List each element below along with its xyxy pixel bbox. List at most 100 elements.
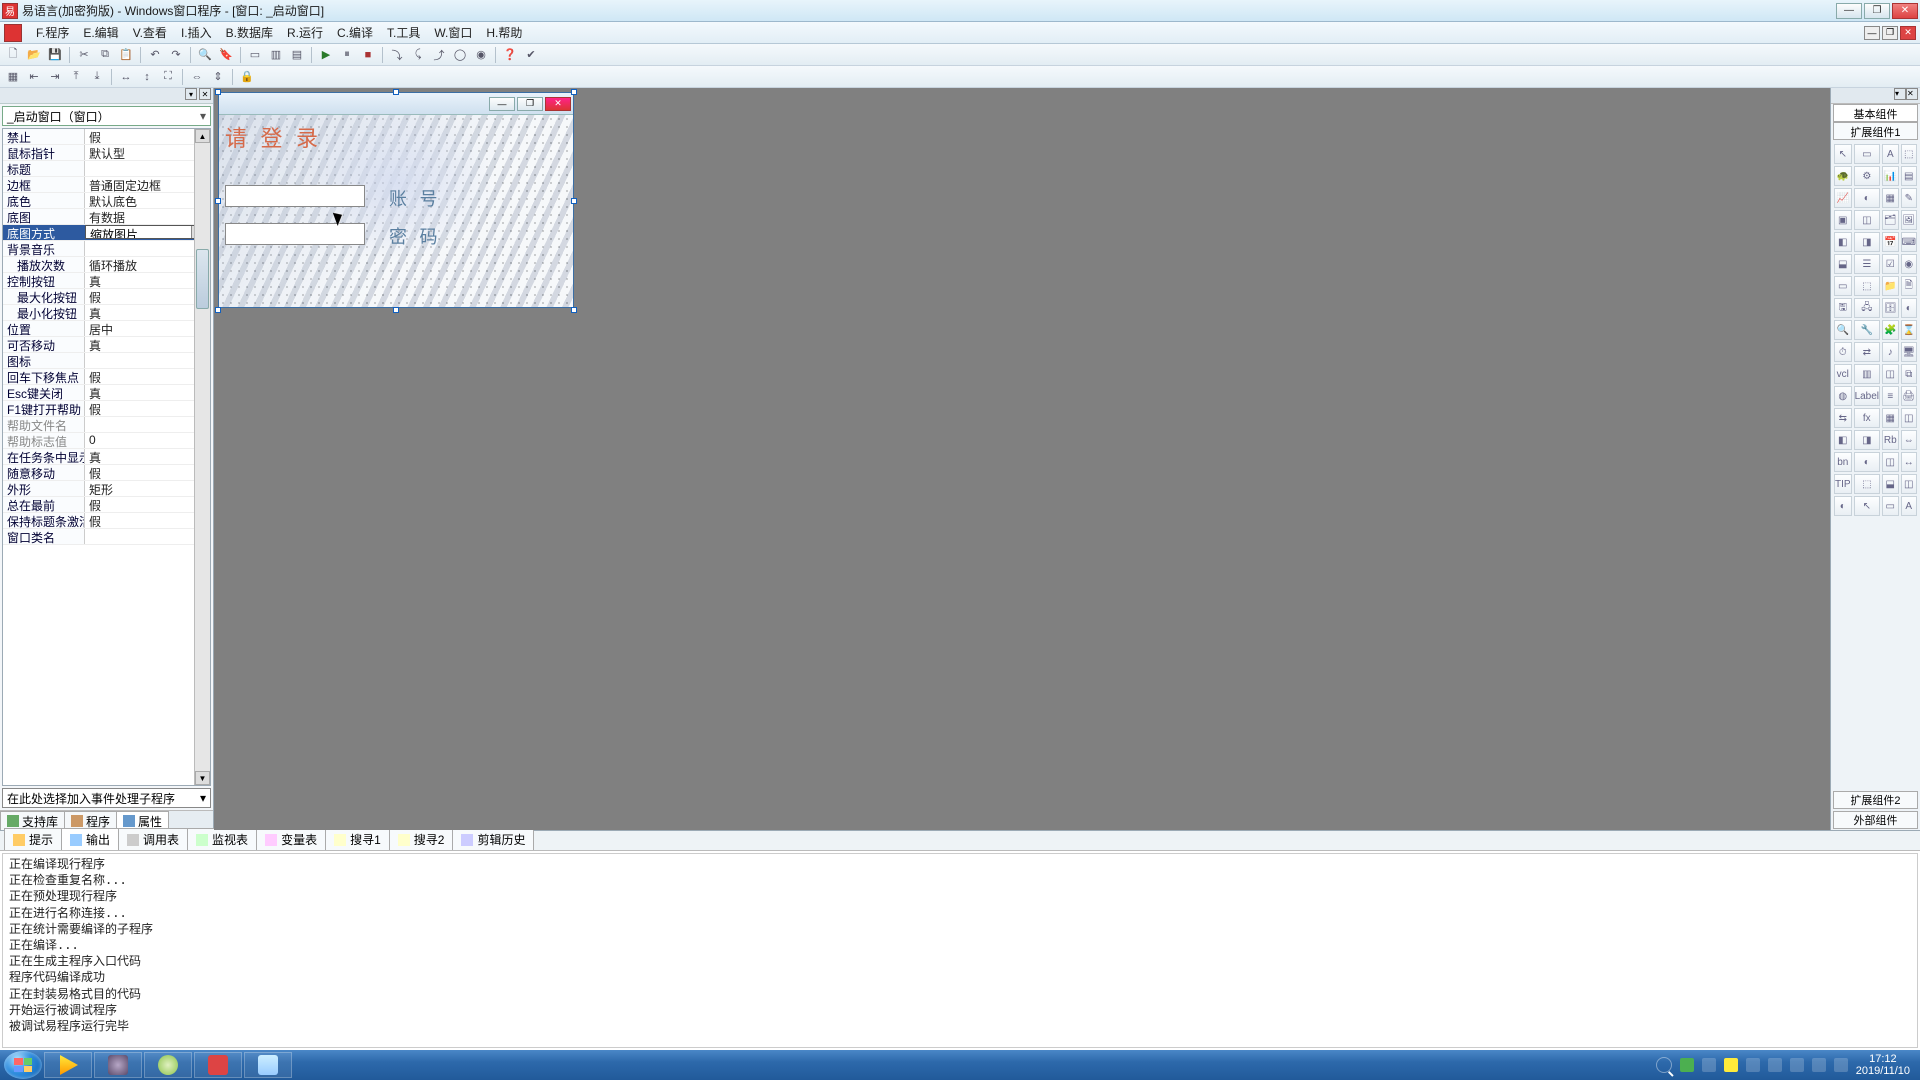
prop-value[interactable]: 假 — [85, 401, 210, 416]
palette-component-icon[interactable]: ▤ — [1901, 166, 1917, 186]
resize-handle[interactable] — [571, 89, 577, 95]
tb-breakpoint-icon[interactable]: ◯ — [451, 46, 469, 64]
prop-value[interactable]: 缩放图片 — [85, 225, 210, 239]
prop-row[interactable]: 边框普通固定边框 — [3, 177, 210, 193]
palette-close-icon[interactable]: ✕ — [1906, 88, 1918, 100]
mdi-restore-button[interactable]: ❐ — [1882, 26, 1898, 40]
palette-component-icon[interactable]: vcl — [1834, 364, 1852, 384]
palette-component-icon[interactable]: ◫ — [1882, 452, 1898, 472]
menu-help[interactable]: H.帮助 — [480, 22, 528, 43]
design-surface[interactable]: — ❐ ✕ 请 登 录 账 号 密 码 — [214, 88, 1830, 830]
palette-component-icon[interactable]: ◧ — [1834, 232, 1852, 252]
palette-component-icon[interactable]: ☰ — [1854, 254, 1880, 274]
tb-open-icon[interactable]: 📂 — [25, 46, 43, 64]
prop-row[interactable]: 帮助标志值0 — [3, 433, 210, 449]
palette-component-icon[interactable]: ⌨ — [1901, 232, 1917, 252]
palette-component-icon[interactable]: ⬓ — [1834, 254, 1852, 274]
menu-compile[interactable]: C.编译 — [331, 22, 379, 43]
tb-align-top-icon[interactable]: ⤒ — [67, 68, 85, 86]
menu-run[interactable]: R.运行 — [281, 22, 329, 43]
tray-clock[interactable]: 17:12 2019/11/10 — [1856, 1053, 1910, 1077]
palette-component-icon[interactable]: ◐ — [1854, 452, 1880, 472]
resize-handle[interactable] — [215, 307, 221, 313]
prop-row[interactable]: 可否移动真 — [3, 337, 210, 353]
palette-component-icon[interactable]: ▭ — [1882, 496, 1898, 516]
panel-close-icon[interactable]: ✕ — [199, 88, 211, 100]
prop-row[interactable]: 禁止假 — [3, 129, 210, 145]
tray-network-icon[interactable] — [1812, 1058, 1826, 1072]
input-account[interactable] — [225, 185, 365, 207]
prop-row[interactable]: 窗口类名 — [3, 529, 210, 545]
tb-find-icon[interactable]: 🔍 — [196, 46, 214, 64]
palette-component-icon[interactable]: 🖥 — [1901, 342, 1917, 362]
prop-row[interactable]: 位置居中 — [3, 321, 210, 337]
tb-stepover-icon[interactable]: ⤵ — [388, 46, 406, 64]
palette-component-icon[interactable]: ⬓ — [1882, 474, 1898, 494]
form-client-area[interactable]: 请 登 录 账 号 密 码 — [219, 115, 573, 307]
tb-stepout-icon[interactable]: ⤴ — [430, 46, 448, 64]
palette-component-icon[interactable]: 🗂 — [1882, 210, 1898, 230]
tb-same-height-icon[interactable]: ↕ — [138, 68, 156, 86]
tab-search1[interactable]: 搜寻1 — [325, 828, 390, 850]
tray-chevron-up-icon[interactable] — [1702, 1058, 1716, 1072]
tb-window3-icon[interactable]: ▤ — [288, 46, 306, 64]
scroll-up-icon[interactable]: ▲ — [195, 129, 210, 143]
prop-row[interactable]: 总在最前假 — [3, 497, 210, 513]
tb-center-v-icon[interactable]: ⇕ — [209, 68, 227, 86]
tb-align-left-icon[interactable]: ⇤ — [25, 68, 43, 86]
palette-component-icon[interactable]: ◐ — [1834, 496, 1852, 516]
palette-component-icon[interactable]: ◐ — [1901, 298, 1917, 318]
prop-value[interactable]: 真 — [85, 337, 210, 352]
prop-row[interactable]: 帮助文件名 — [3, 417, 210, 433]
tray-volume-icon[interactable] — [1790, 1058, 1804, 1072]
palette-component-icon[interactable]: 📁 — [1882, 276, 1898, 296]
palette-component-icon[interactable]: ◐ — [1854, 188, 1880, 208]
prop-row[interactable]: 外形矩形 — [3, 481, 210, 497]
prop-value[interactable]: 假 — [85, 129, 210, 144]
prop-value[interactable]: 真 — [85, 273, 210, 288]
prop-value[interactable]: 真 — [85, 449, 210, 464]
tb-window2-icon[interactable]: ▥ — [267, 46, 285, 64]
palette-component-icon[interactable]: 🖧 — [1854, 298, 1880, 318]
menu-view[interactable]: V.查看 — [127, 22, 173, 43]
palette-component-icon[interactable]: ⇔ — [1901, 430, 1917, 450]
prop-row[interactable]: 最小化按钮真 — [3, 305, 210, 321]
palette-component-icon[interactable]: ✎ — [1901, 188, 1917, 208]
prop-value[interactable]: 默认底色 — [85, 193, 210, 208]
palette-tab-basic[interactable]: 基本组件 — [1833, 104, 1918, 122]
prop-value[interactable]: 假 — [85, 465, 210, 480]
label-password[interactable]: 密 码 — [389, 223, 442, 249]
prop-row[interactable]: 随意移动假 — [3, 465, 210, 481]
prop-row[interactable]: Esc键关闭真 — [3, 385, 210, 401]
prop-value[interactable]: 假 — [85, 289, 210, 304]
palette-component-icon[interactable]: TIP — [1834, 474, 1852, 494]
prop-value[interactable]: 假 — [85, 369, 210, 384]
taskbar-item-avatar[interactable] — [94, 1052, 142, 1078]
palette-component-icon[interactable]: ▦ — [1882, 408, 1898, 428]
palette-component-icon[interactable]: ▣ — [1834, 210, 1852, 230]
palette-component-icon[interactable]: ⇆ — [1834, 408, 1852, 428]
palette-component-icon[interactable]: ↖ — [1834, 144, 1852, 164]
tray-flag-icon[interactable] — [1834, 1058, 1848, 1072]
palette-component-icon[interactable]: 🖼 — [1901, 210, 1917, 230]
label-account[interactable]: 账 号 — [389, 185, 442, 211]
palette-component-icon[interactable]: ◨ — [1854, 430, 1880, 450]
taskbar-item-notepad[interactable] — [244, 1052, 292, 1078]
palette-component-icon[interactable]: A — [1901, 496, 1917, 516]
tray-app2-icon[interactable] — [1768, 1058, 1782, 1072]
palette-component-icon[interactable]: ⧉ — [1901, 364, 1917, 384]
prop-value[interactable] — [85, 161, 210, 176]
scroll-down-icon[interactable]: ▼ — [195, 771, 210, 785]
palette-component-icon[interactable]: ♪ — [1882, 342, 1898, 362]
menu-insert[interactable]: I.插入 — [175, 22, 218, 43]
prop-row[interactable]: 控制按钮真 — [3, 273, 210, 289]
tray-search-icon[interactable] — [1656, 1057, 1672, 1073]
tb-same-width-icon[interactable]: ↔ — [117, 68, 135, 86]
tb-align-bottom-icon[interactable]: ⤓ — [88, 68, 106, 86]
close-button[interactable]: ✕ — [1892, 3, 1918, 19]
input-password[interactable] — [225, 223, 365, 245]
menu-database[interactable]: B.数据库 — [220, 22, 279, 43]
palette-component-icon[interactable]: 🗎 — [1901, 276, 1917, 296]
panel-pin-icon[interactable]: ▾ — [185, 88, 197, 100]
prop-row[interactable]: F1键打开帮助假 — [3, 401, 210, 417]
